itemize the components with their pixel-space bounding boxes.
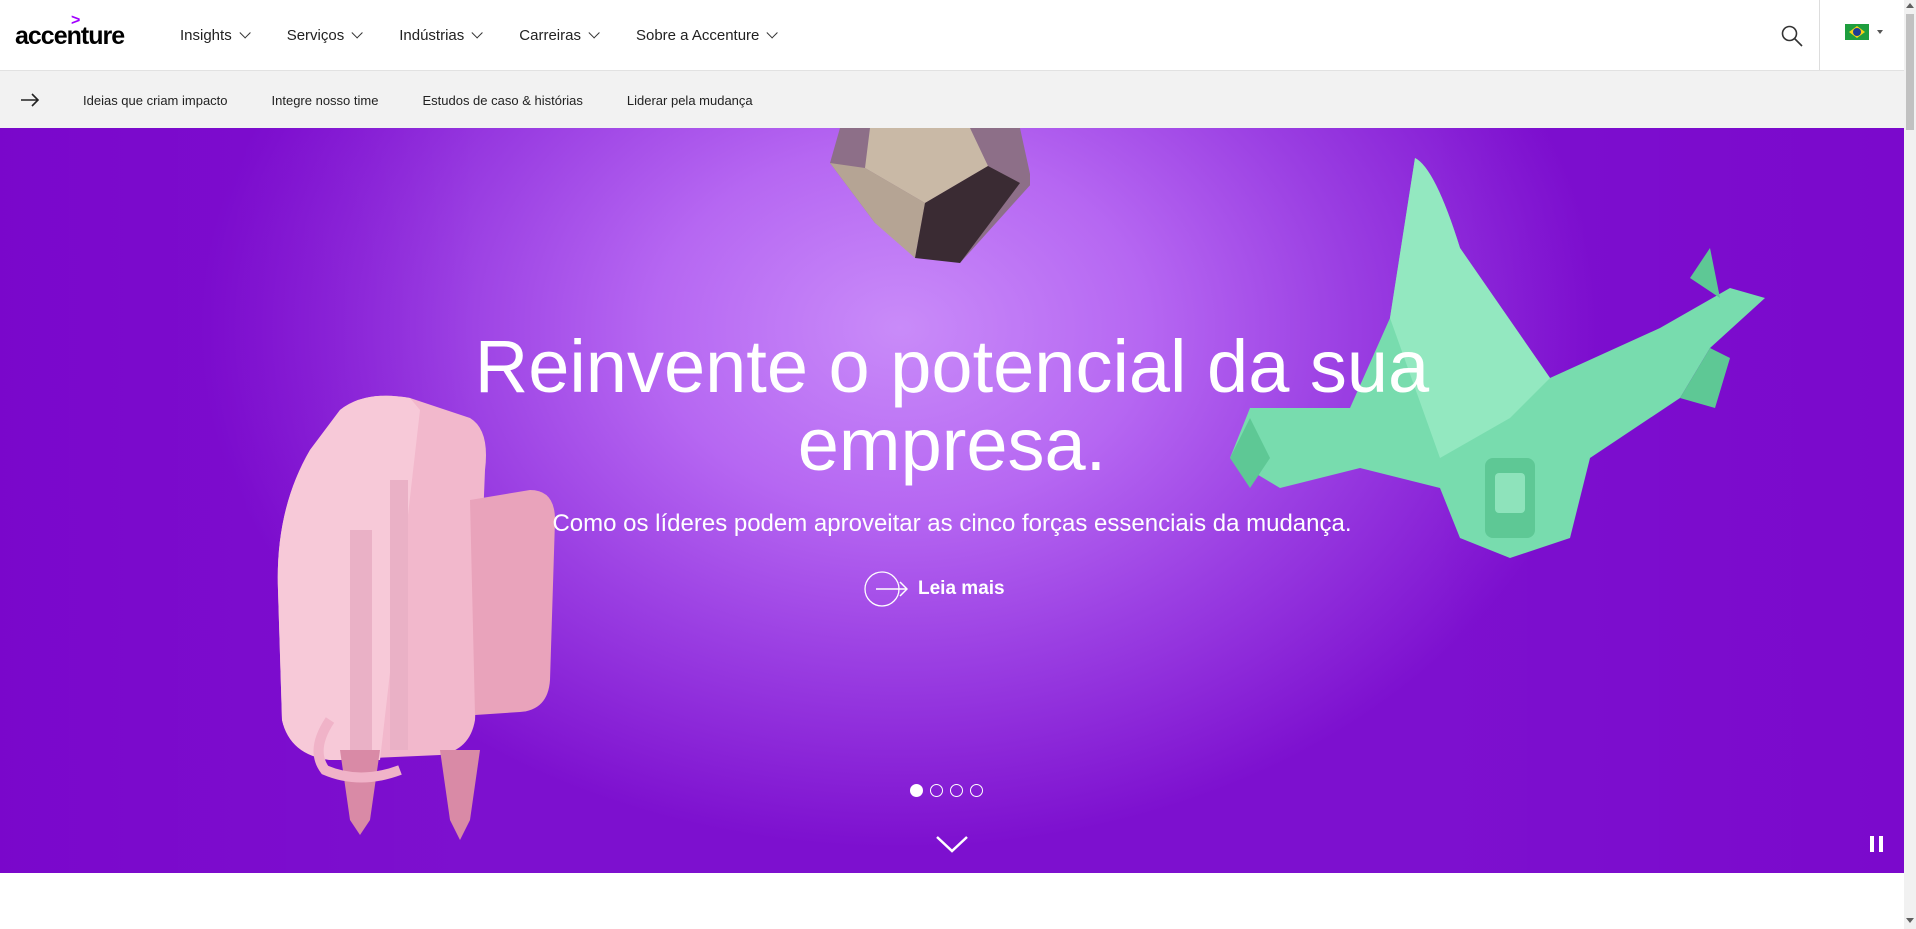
chevron-down-icon[interactable] bbox=[934, 833, 970, 855]
logo-text: accenture bbox=[15, 22, 125, 50]
chevron-down-icon bbox=[588, 27, 600, 39]
carousel-dot-3[interactable] bbox=[950, 784, 963, 797]
nav-item-insights[interactable]: Insights bbox=[180, 26, 251, 44]
search-button[interactable] bbox=[1780, 24, 1804, 48]
subnav-item-integre[interactable]: Integre nosso time bbox=[272, 93, 379, 108]
search-icon bbox=[1781, 25, 1803, 47]
page-scrollbar[interactable] bbox=[1904, 0, 1916, 929]
nav-item-industrias[interactable]: Indústrias bbox=[399, 26, 484, 44]
caret-down-icon bbox=[1877, 30, 1883, 34]
scroll-up-icon[interactable] bbox=[1906, 3, 1914, 8]
read-more-label: Leia mais bbox=[918, 578, 1005, 599]
nav-item-servicos[interactable]: Serviços bbox=[286, 26, 364, 44]
secondary-nav: Ideias que criam impacto Integre nosso t… bbox=[0, 70, 1904, 128]
carousel-dot-4[interactable] bbox=[970, 784, 983, 797]
nav-item-carreiras[interactable]: Carreiras bbox=[519, 26, 600, 44]
main-nav: Insights Serviços Indústrias Carreiras S… bbox=[180, 0, 814, 70]
page: > accenture Insights Serviços Indústrias… bbox=[0, 0, 1916, 929]
hero-banner: Reinvente o potencial da sua empresa. Co… bbox=[0, 128, 1904, 873]
nav-item-label: Carreiras bbox=[519, 26, 581, 44]
crystal-illustration bbox=[830, 128, 1030, 263]
site-header: > accenture Insights Serviços Indústrias… bbox=[0, 0, 1904, 70]
pause-icon bbox=[1870, 836, 1874, 852]
nav-item-label: Indústrias bbox=[399, 26, 465, 44]
chevron-down-icon bbox=[471, 27, 484, 39]
nav-item-label: Sobre a Accenture bbox=[635, 26, 760, 44]
subnav-item-ideias[interactable]: Ideias que criam impacto bbox=[83, 93, 228, 108]
hero-subtitle: Como os líderes podem aproveitar as cinc… bbox=[552, 510, 1352, 537]
carousel-dot-1[interactable] bbox=[910, 784, 923, 797]
chevron-down-icon bbox=[239, 27, 251, 39]
scroll-down-icon[interactable] bbox=[1906, 918, 1914, 923]
chevron-down-icon bbox=[766, 27, 779, 39]
hero-title: Reinvente o potencial da sua empresa. bbox=[474, 325, 1430, 486]
nav-item-label: Serviços bbox=[286, 26, 345, 44]
chevron-down-icon bbox=[351, 27, 364, 39]
arrow-right-icon[interactable] bbox=[20, 90, 40, 110]
subnav-item-estudos[interactable]: Estudos de caso & histórias bbox=[422, 93, 582, 108]
carousel-dot-2[interactable] bbox=[930, 784, 943, 797]
nav-item-label: Insights bbox=[180, 26, 232, 44]
header-divider bbox=[1819, 0, 1820, 70]
country-selector[interactable] bbox=[1845, 24, 1883, 40]
accenture-logo[interactable]: > accenture bbox=[15, 12, 125, 50]
brazil-flag-icon bbox=[1845, 24, 1869, 40]
arrow-circle-icon bbox=[864, 571, 908, 607]
subnav-item-liderar[interactable]: Liderar pela mudança bbox=[627, 93, 753, 108]
read-more-button[interactable]: Leia mais bbox=[864, 571, 1005, 607]
nav-item-sobre[interactable]: Sobre a Accenture bbox=[635, 26, 779, 44]
carousel-dots bbox=[910, 784, 990, 797]
scrollbar-thumb[interactable] bbox=[1906, 14, 1914, 130]
pause-button[interactable] bbox=[1870, 836, 1884, 852]
